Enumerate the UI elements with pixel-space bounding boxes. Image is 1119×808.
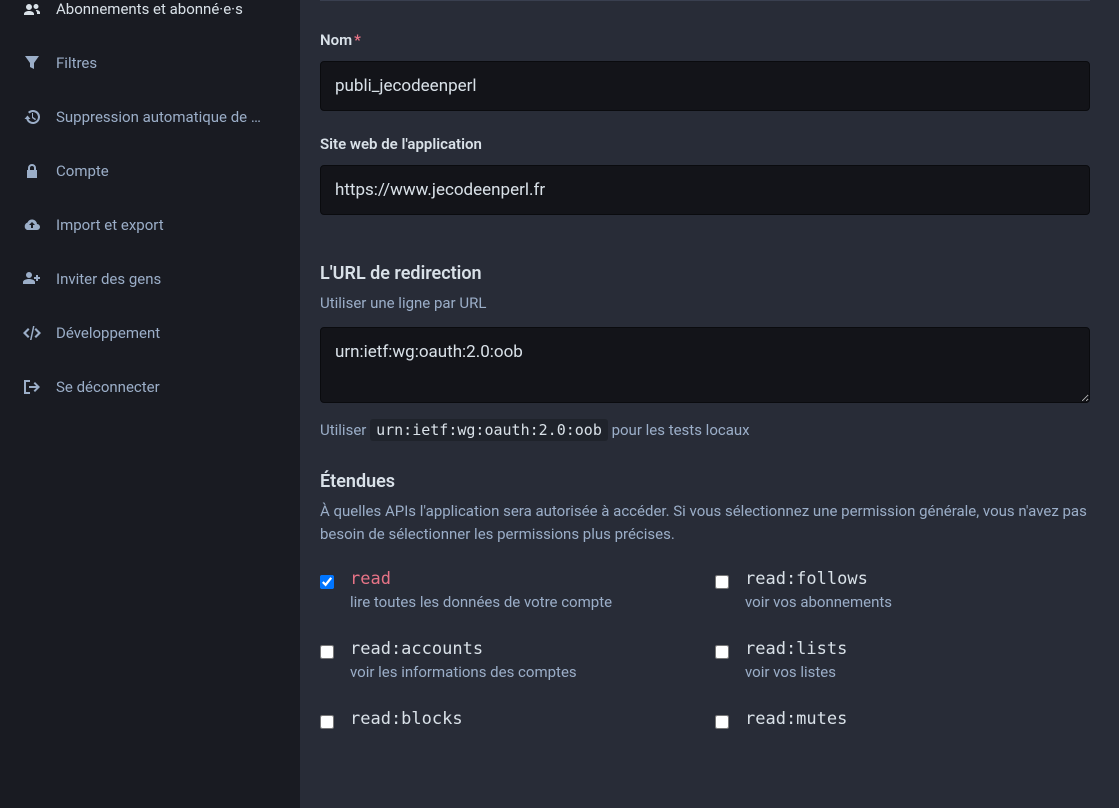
redirect-code: urn:ietf:wg:oauth:2.0:oob <box>370 419 608 441</box>
sidebar-item-invite[interactable]: Inviter des gens <box>0 252 300 306</box>
scopes-section: Étendues À quelles APIs l'application se… <box>320 471 1090 733</box>
redirect-hint: Utiliser une ligne par URL <box>320 292 1090 315</box>
scope-item: read lire toutes les données de votre com… <box>320 569 695 611</box>
scope-item: read:accounts voir les informations des c… <box>320 639 695 681</box>
required-mark: * <box>354 31 361 49</box>
scopes-heading: Étendues <box>320 471 1090 492</box>
scope-checkbox[interactable] <box>715 645 729 659</box>
main-content: Nom* Site web de l'application L'URL de … <box>300 0 1119 808</box>
sidebar-item-logout[interactable]: Se déconnecter <box>0 360 300 414</box>
sidebar-item-label: Compte <box>56 162 109 180</box>
sidebar-item-label: Import et export <box>56 216 164 234</box>
redirect-hint-below: Utiliser urn:ietf:wg:oauth:2.0:oob pour … <box>320 419 1090 442</box>
scope-item: read:mutes <box>715 709 1090 733</box>
scope-desc: voir vos listes <box>745 663 847 681</box>
sidebar-item-label: Filtres <box>56 54 97 72</box>
scope-name: read:accounts <box>350 639 577 659</box>
scope-checkbox[interactable] <box>320 715 334 729</box>
lock-icon <box>20 164 44 178</box>
sidebar-item-label: Se déconnecter <box>56 378 160 396</box>
scope-name: read:blocks <box>350 709 463 729</box>
sidebar-item-label: Développement <box>56 324 160 342</box>
scopes-hint: À quelles APIs l'application sera autori… <box>320 500 1090 545</box>
code-icon <box>20 326 44 340</box>
sidebar-item-account[interactable]: Compte <box>0 144 300 198</box>
sidebar-item-label: Inviter des gens <box>56 270 161 288</box>
redirect-textarea[interactable] <box>320 327 1090 403</box>
scope-item: read:lists voir vos listes <box>715 639 1090 681</box>
sidebar-item-filters[interactable]: Filtres <box>0 36 300 90</box>
cloud-upload-icon <box>20 218 44 232</box>
name-label: Nom* <box>320 31 1090 49</box>
history-icon <box>20 109 44 125</box>
sidebar: Abonnements et abonné·e·s Filtres Suppre… <box>0 0 300 808</box>
sidebar-item-development[interactable]: Développement <box>0 306 300 360</box>
sidebar-item-follows[interactable]: Abonnements et abonné·e·s <box>0 0 300 36</box>
sidebar-item-import-export[interactable]: Import et export <box>0 198 300 252</box>
scope-name: read:mutes <box>745 709 847 729</box>
users-icon <box>20 1 44 17</box>
scope-checkbox[interactable] <box>715 575 729 589</box>
user-plus-icon <box>20 272 44 286</box>
redirect-section: L'URL de redirection Utiliser une ligne … <box>320 263 1090 441</box>
redirect-heading: L'URL de redirection <box>320 263 1090 284</box>
website-input[interactable] <box>320 165 1090 215</box>
name-section: Nom* Site web de l'application <box>320 0 1090 235</box>
scope-item: read:blocks <box>320 709 695 733</box>
scope-checkbox[interactable] <box>320 645 334 659</box>
scope-desc: voir vos abonnements <box>745 593 892 611</box>
scope-name: read <box>350 569 612 589</box>
scope-desc: lire toutes les données de votre compte <box>350 593 612 611</box>
scope-desc: voir les informations des comptes <box>350 663 577 681</box>
website-label: Site web de l'application <box>320 135 1090 153</box>
sidebar-item-autodelete[interactable]: Suppression automatique de … <box>0 90 300 144</box>
scope-name: read:lists <box>745 639 847 659</box>
sign-out-icon <box>20 380 44 394</box>
scope-checkbox[interactable] <box>715 715 729 729</box>
scope-checkbox[interactable] <box>320 575 334 589</box>
name-input[interactable] <box>320 61 1090 111</box>
sidebar-item-label: Abonnements et abonné·e·s <box>56 0 243 18</box>
filter-icon <box>20 56 44 70</box>
scope-name: read:follows <box>745 569 892 589</box>
scope-item: read:follows voir vos abonnements <box>715 569 1090 611</box>
sidebar-item-label: Suppression automatique de … <box>56 108 261 126</box>
